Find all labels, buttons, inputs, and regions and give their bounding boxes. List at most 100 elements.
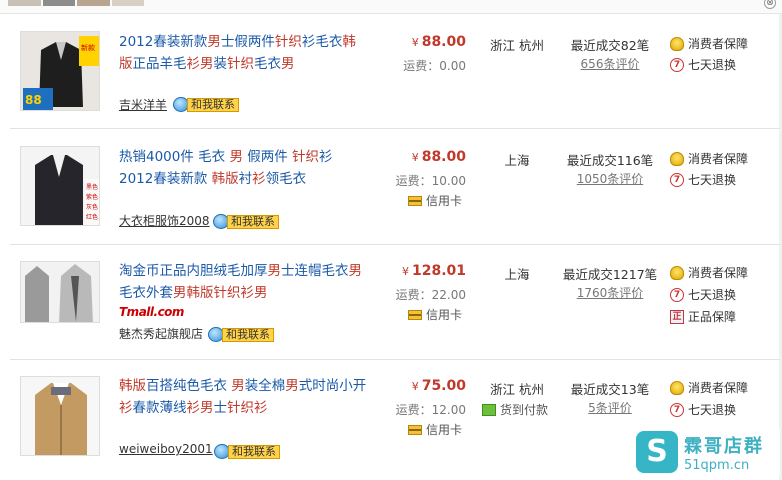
title-segment: 装 bbox=[213, 56, 228, 72]
title-segment: 男 bbox=[285, 378, 299, 394]
reviews-link[interactable]: 656条评价 bbox=[566, 55, 654, 72]
title-segment: 衫 bbox=[252, 171, 266, 187]
seller-location: 浙江 杭州 bbox=[490, 382, 544, 397]
shipping-fee: 运费：10.00 bbox=[395, 174, 466, 188]
shop-name-link[interactable]: 魅杰秀起旗舰店 bbox=[119, 325, 203, 342]
shop-name-link[interactable]: 大衣柜服饰2008 bbox=[119, 212, 210, 229]
consumer-protection-icon bbox=[670, 36, 684, 51]
title-segment: 毛衣 bbox=[254, 56, 281, 72]
product-title-link[interactable]: 2012春装新款男士假两件针织衫毛衣韩版正品羊毛衫男装针织毛衣男 bbox=[119, 31, 369, 75]
shipping-fee: 运费：12.00 bbox=[395, 403, 466, 417]
product-thumbnail[interactable] bbox=[20, 261, 100, 323]
title-segment: 毛衣外套 bbox=[119, 285, 173, 301]
payment-credit-card: 信用卡 bbox=[408, 421, 462, 438]
title-segment: 春款薄线 bbox=[132, 400, 187, 416]
title-segment: 正品羊毛 bbox=[132, 56, 187, 72]
product-thumbnail[interactable] bbox=[20, 376, 100, 456]
title-segment: 男 bbox=[207, 34, 221, 50]
cash-on-delivery-icon bbox=[482, 403, 496, 416]
title-segment: 衫 bbox=[119, 400, 133, 416]
title-segment: 衬 bbox=[238, 171, 253, 187]
shipping-fee: 运费：22.00 bbox=[395, 288, 466, 302]
contact-seller-button[interactable]: 和我联系 bbox=[214, 444, 280, 459]
price: ¥128.01 bbox=[401, 263, 466, 279]
service-seven-day-return[interactable]: 7 七天退换 bbox=[670, 56, 736, 73]
title-segment: 热销4000件 毛衣 bbox=[119, 149, 230, 165]
seven-day-return-icon: 7 bbox=[670, 172, 684, 187]
shipping-fee: 运费：0.00 bbox=[403, 59, 466, 73]
sweater-image bbox=[21, 262, 99, 322]
reviews-link[interactable]: 1760条评价 bbox=[566, 284, 654, 301]
contact-seller-button[interactable]: 和我联系 bbox=[213, 214, 279, 229]
seller-location: 上海 bbox=[504, 153, 530, 168]
consumer-protection-icon bbox=[670, 380, 684, 395]
product-thumbnail[interactable]: 88 新款 bbox=[20, 31, 100, 111]
watermark-logo-icon: S bbox=[636, 431, 678, 473]
title-segment: 男 bbox=[267, 263, 282, 279]
service-seven-day-return[interactable]: 7 七天退换 bbox=[670, 286, 736, 303]
service-consumer-protection[interactable]: 消费者保障 bbox=[670, 150, 748, 167]
title-segment: 士连帽毛衣 bbox=[281, 263, 349, 279]
product-title-link[interactable]: 韩版百搭纯色毛衣 男装全棉男式时尚小开衫春款薄线衫男士针织衫 bbox=[119, 375, 369, 419]
title-segment: 百搭纯色毛衣 bbox=[146, 378, 232, 394]
title-segment: 衫男 bbox=[186, 56, 214, 72]
credit-card-icon bbox=[408, 195, 422, 206]
shop-name-link[interactable]: weiweiboy2001 bbox=[119, 442, 213, 456]
title-segment: 针织 bbox=[274, 34, 302, 50]
reviews-link[interactable]: 1050条评价 bbox=[566, 170, 654, 187]
product-title-link[interactable]: 热销4000件 毛衣 男 假两件 针织衫 2012春装新款 韩版衬衫领毛衣 bbox=[119, 146, 369, 190]
reviews-link[interactable]: 5条评价 bbox=[566, 399, 654, 416]
service-consumer-protection[interactable]: 消费者保障 bbox=[670, 264, 748, 281]
title-segment: 式时尚小开 bbox=[298, 378, 367, 394]
product-row: Tmall.com 淘金币正品内胆绒毛加厚男士连帽毛衣男毛衣外套男韩版针织衫男 … bbox=[10, 245, 780, 360]
title-segment: 士 bbox=[213, 400, 228, 416]
price: ¥88.00 bbox=[411, 149, 466, 165]
title-segment: 装全棉 bbox=[244, 378, 286, 394]
title-segment: 领毛衣 bbox=[265, 171, 307, 187]
tmall-logo: Tmall.com bbox=[119, 305, 184, 319]
title-segment: 针织衫 bbox=[227, 400, 268, 416]
title-segment: 男 bbox=[229, 149, 243, 165]
close-icon[interactable]: ⊗ bbox=[764, 0, 776, 9]
sweater-image: 88 新款 bbox=[21, 32, 99, 110]
contact-seller-button[interactable]: 和我联系 bbox=[173, 97, 239, 112]
svg-text:红色: 红色 bbox=[86, 213, 98, 221]
top-strip: ⊗ bbox=[0, 0, 782, 14]
title-segment: 假两件 bbox=[242, 149, 293, 165]
svg-text:灰色: 灰色 bbox=[86, 203, 98, 211]
title-segment: 男 bbox=[231, 378, 245, 394]
sweater-image bbox=[21, 377, 99, 455]
title-segment: 韩版 bbox=[119, 378, 146, 394]
service-consumer-protection[interactable]: 消费者保障 bbox=[670, 379, 748, 396]
title-segment: 士假两件 bbox=[220, 34, 275, 50]
title-segment: 淘金币正品内胆绒毛加厚 bbox=[119, 263, 268, 279]
service-genuine-guarantee[interactable]: 正正品保障 bbox=[670, 308, 736, 325]
product-title-link[interactable]: 淘金币正品内胆绒毛加厚男士连帽毛衣男毛衣外套男韩版针织衫男 bbox=[119, 260, 369, 304]
credit-card-icon bbox=[408, 309, 422, 320]
service-consumer-protection[interactable]: 消费者保障 bbox=[670, 35, 748, 52]
recent-deals: 最近成交13笔 bbox=[570, 382, 650, 397]
title-segment: 男 bbox=[348, 263, 363, 279]
service-seven-day-return[interactable]: 7 七天退换 bbox=[670, 401, 736, 418]
contact-label: 和我联系 bbox=[187, 97, 239, 112]
recent-deals: 最近成交116笔 bbox=[566, 153, 654, 168]
recent-deals: 最近成交1217笔 bbox=[562, 267, 658, 282]
shop-name-link[interactable]: 吉米洋羊 bbox=[119, 96, 167, 113]
product-row: 黑色 紫色 灰色 红色 热销4000件 毛衣 男 假两件 针织衫 2012春装新… bbox=[10, 130, 780, 245]
title-segment: 男韩版针织衫男 bbox=[173, 285, 268, 301]
svg-text:黑色: 黑色 bbox=[86, 183, 98, 191]
consumer-protection-icon bbox=[670, 151, 684, 166]
credit-card-icon bbox=[408, 424, 422, 435]
payment-credit-card: 信用卡 bbox=[408, 306, 462, 323]
contact-seller-button[interactable]: 和我联系 bbox=[208, 327, 274, 342]
product-thumbnail[interactable]: 黑色 紫色 灰色 红色 bbox=[20, 146, 100, 226]
title-segment: 男 bbox=[281, 56, 295, 72]
previous-row-thumbnails bbox=[8, 0, 144, 6]
contact-label: 和我联系 bbox=[227, 214, 279, 229]
contact-label: 和我联系 bbox=[228, 444, 280, 459]
site-watermark: S 霖哥店群 51qpm.cn bbox=[632, 428, 780, 476]
seven-day-return-icon: 7 bbox=[670, 287, 684, 302]
title-segment: 衫男 bbox=[186, 400, 214, 416]
svg-text:新款: 新款 bbox=[81, 43, 95, 52]
service-seven-day-return[interactable]: 7 七天退换 bbox=[670, 171, 736, 188]
